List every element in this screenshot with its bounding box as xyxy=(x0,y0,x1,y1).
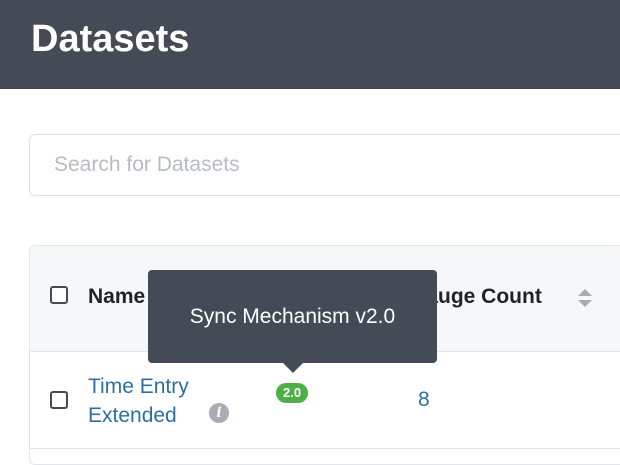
dataset-name-link[interactable]: Time Entry Extended xyxy=(88,372,218,430)
gauge-count-value[interactable]: 8 xyxy=(418,388,430,412)
page-title: Datasets xyxy=(31,18,190,60)
page-header: Datasets xyxy=(0,0,620,89)
table-row: Time Entry Extended i 2.0 8 xyxy=(30,352,620,449)
row-checkbox[interactable] xyxy=(50,391,68,409)
sort-icon[interactable] xyxy=(577,288,593,308)
column-header-name[interactable]: Name xyxy=(88,285,145,309)
version-badge[interactable]: 2.0 xyxy=(276,383,309,403)
tooltip-text: Sync Mechanism v2.0 xyxy=(189,305,396,328)
select-all-checkbox[interactable] xyxy=(50,286,68,304)
search-input[interactable] xyxy=(54,135,614,195)
info-icon[interactable]: i xyxy=(209,403,229,423)
search-box[interactable] xyxy=(29,134,620,196)
tooltip-arrow xyxy=(283,363,303,373)
version-tooltip: Sync Mechanism v2.0 xyxy=(148,270,437,373)
